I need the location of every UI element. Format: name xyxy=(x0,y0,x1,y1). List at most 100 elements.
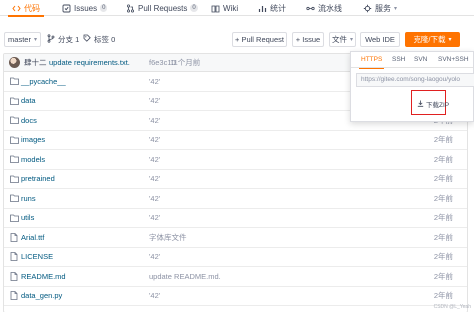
file-icon xyxy=(10,291,19,301)
file-commit-time: 2年前 xyxy=(433,135,453,145)
file-commit-time: 2年前 xyxy=(433,271,453,281)
chevron-down-icon: ▾ xyxy=(448,37,452,43)
file-name-link[interactable]: data_gen.py xyxy=(21,291,62,300)
table-row[interactable]: images '42' 2年前 xyxy=(4,131,467,150)
clone-url-field[interactable]: https://gitee.com/song-laogou/yolo xyxy=(356,73,474,87)
issue-icon xyxy=(62,4,71,13)
file-menu-button[interactable]: 文件 ▾ xyxy=(329,32,356,47)
file-commit-message[interactable]: '42' xyxy=(149,135,160,144)
table-row[interactable]: LICENSE '42' 2年前 xyxy=(4,248,467,267)
tab-issues[interactable]: Issues 0 xyxy=(62,0,108,16)
protocol-tab-ssh[interactable]: SSH xyxy=(392,52,405,68)
file-name-link[interactable]: images xyxy=(21,135,45,144)
file-commit-message[interactable]: '42' xyxy=(149,96,160,105)
commit-message[interactable]: update requirements.txt. xyxy=(49,58,130,67)
new-pull-request-button[interactable]: + Pull Request xyxy=(232,32,287,47)
tab-pull-requests[interactable]: Pull Requests 0 xyxy=(126,0,198,16)
file-commit-message[interactable]: update README.md. xyxy=(149,272,221,281)
file-commit-time: 2年前 xyxy=(433,252,453,262)
table-row[interactable]: data_gen.py '42' 2年前 xyxy=(4,287,467,306)
table-row[interactable]: utils '42' 2年前 xyxy=(4,209,467,228)
download-icon xyxy=(417,100,424,109)
file-name-link[interactable]: runs xyxy=(21,194,36,203)
avatar[interactable] xyxy=(9,57,20,68)
service-icon xyxy=(363,4,372,13)
file-name-link[interactable]: data xyxy=(21,96,36,105)
folder-icon xyxy=(10,97,19,105)
table-row[interactable]: pretrained '42' 2年前 xyxy=(4,170,467,189)
tags-count-label: 标签 0 xyxy=(94,34,116,44)
file-name-link[interactable]: docs xyxy=(21,116,37,125)
tab-issues-label: Issues xyxy=(74,3,98,13)
pull-request-icon xyxy=(126,3,135,13)
file-commit-message[interactable]: '42' xyxy=(149,155,160,164)
download-zip-label: 下载ZIP xyxy=(426,102,450,109)
file-commit-time: 2年前 xyxy=(433,291,453,301)
folder-icon xyxy=(10,175,19,183)
branch-select[interactable]: master ▾ xyxy=(4,32,41,47)
file-icon xyxy=(10,252,19,262)
tab-code-label: 代码 xyxy=(24,3,40,13)
file-icon xyxy=(10,271,19,281)
file-commit-message[interactable]: '42' xyxy=(149,116,160,125)
file-name-link[interactable]: utils xyxy=(21,213,34,222)
file-commit-message[interactable]: '42' xyxy=(149,77,160,86)
tab-code[interactable]: 代码 xyxy=(8,0,44,17)
file-name-link[interactable]: LICENSE xyxy=(21,252,53,261)
file-name-link[interactable]: models xyxy=(21,155,45,164)
file-name-link[interactable]: pretrained xyxy=(21,174,55,183)
folder-icon xyxy=(10,116,19,125)
tab-stats-label: 统计 xyxy=(270,3,286,13)
watermark: CSDN @L_Yeah xyxy=(433,304,471,310)
download-zip-link[interactable]: 下载ZIP xyxy=(417,99,449,109)
web-ide-button[interactable]: Web IDE xyxy=(360,32,400,47)
chevron-down-icon: ▾ xyxy=(349,37,353,43)
file-menu-label: 文件 xyxy=(331,35,347,44)
stats-icon xyxy=(258,4,267,13)
file-name-link[interactable]: __pycache__ xyxy=(21,77,66,86)
tab-pull-requests-label: Pull Requests xyxy=(138,3,188,13)
chevron-down-icon: ▾ xyxy=(33,37,37,43)
tab-pipeline[interactable]: 流水线 xyxy=(306,0,342,16)
branches-link[interactable]: 分支 1 xyxy=(47,33,79,45)
protocol-tab-svn[interactable]: SVN xyxy=(414,52,427,68)
table-row[interactable]: Arial.ttf 字体库文件 2年前 xyxy=(4,228,467,248)
tab-service-label: 服务 xyxy=(375,3,391,13)
file-commit-time: 2年前 xyxy=(433,213,453,223)
folder-icon xyxy=(10,77,19,86)
clone-download-button[interactable]: 克隆/下载 ▾ xyxy=(405,32,460,47)
protocol-tab-svn-ssh[interactable]: SVN+SSH xyxy=(438,52,469,68)
protocol-tabs: HTTPS SSH SVN SVN+SSH xyxy=(351,52,473,69)
commit-author[interactable]: 肆十二 xyxy=(24,57,47,68)
file-name-link[interactable]: README.md xyxy=(21,272,66,281)
protocol-tab-https[interactable]: HTTPS xyxy=(358,52,385,69)
folder-icon xyxy=(10,155,19,164)
table-row[interactable]: README.md update README.md. 2年前 xyxy=(4,267,467,287)
file-commit-message[interactable]: '42' xyxy=(149,174,160,183)
issues-count-badge: 0 xyxy=(100,4,108,12)
file-commit-time: 2年前 xyxy=(433,232,453,242)
wiki-icon xyxy=(211,4,220,13)
file-name-link[interactable]: Arial.ttf xyxy=(21,233,44,242)
new-issue-button[interactable]: + Issue xyxy=(292,32,324,47)
folder-icon xyxy=(10,136,19,144)
file-commit-message[interactable]: '42' xyxy=(149,194,160,203)
file-commit-message[interactable]: '42' xyxy=(149,252,160,261)
code-icon xyxy=(12,4,21,13)
repo-tab-bar: 代码 Issues 0 Pull Requests 0 Wiki 统计 流水线 xyxy=(0,0,474,17)
table-row[interactable]: runs '42' 2年前 xyxy=(4,189,467,209)
tab-wiki[interactable]: Wiki xyxy=(211,0,238,16)
branches-count-label: 分支 1 xyxy=(58,34,80,44)
file-commit-message[interactable]: '42' xyxy=(149,291,160,300)
folder-icon xyxy=(10,214,19,222)
pull-requests-count-badge: 0 xyxy=(190,4,198,12)
file-commit-time: 2年前 xyxy=(433,174,453,184)
file-commit-message[interactable]: 字体库文件 xyxy=(149,232,187,243)
tab-service[interactable]: 服务 ▾ xyxy=(363,0,397,16)
tags-link[interactable]: 标签 0 xyxy=(83,33,115,45)
commit-time: 11个月前 xyxy=(170,58,201,67)
tab-stats[interactable]: 统计 xyxy=(258,0,286,16)
branch-icon xyxy=(47,33,55,45)
file-commit-message[interactable]: '42' xyxy=(149,213,160,222)
table-row[interactable]: models '42' 2年前 xyxy=(4,150,467,170)
